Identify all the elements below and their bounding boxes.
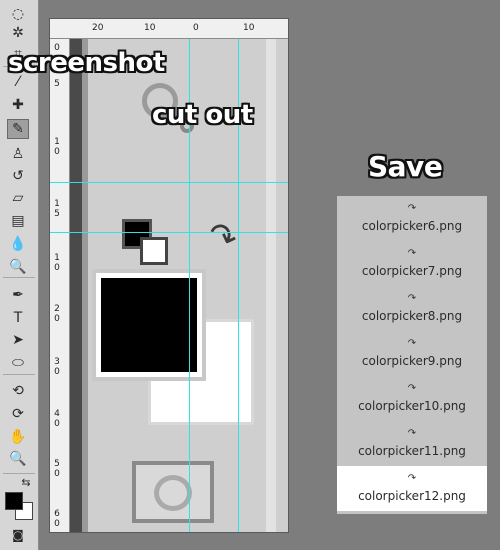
quick-mask-icon[interactable]: ◙ — [7, 525, 29, 545]
toolbar-separator — [3, 277, 35, 278]
spot-healing-tool-icon[interactable]: ✚ — [7, 95, 29, 115]
ruler-label: 2 0 — [54, 304, 60, 324]
file-list-item[interactable]: ↷ colorpicker8.png — [337, 286, 487, 331]
3d-rotate-tool-icon[interactable]: ⟲ — [7, 381, 29, 401]
file-name: colorpicker11.png — [358, 444, 466, 458]
swap-arrow-icon: ↷ — [202, 213, 243, 261]
ruler-label: 6 0 — [54, 509, 60, 529]
brush-tool-icon[interactable]: ✎ — [7, 119, 29, 139]
ruler-label: 5 0 — [54, 459, 60, 479]
ruler-label: 1 0 — [54, 137, 60, 157]
type-tool-icon[interactable]: T — [7, 308, 29, 328]
magic-wand-tool-icon[interactable]: ✲ — [7, 23, 29, 43]
ruler-label: 4 0 — [54, 409, 60, 429]
path-selection-tool-icon[interactable]: ➤ — [7, 330, 29, 350]
vertical-ruler[interactable]: 051 01 51 02 03 04 05 06 0 — [50, 39, 70, 532]
zoomed-mask-button — [132, 461, 214, 523]
dodge-tool-icon[interactable]: 🔍 — [7, 257, 29, 277]
eraser-tool-icon[interactable]: ▱ — [7, 188, 29, 208]
file-thumbnail-icon: ↷ — [407, 293, 417, 304]
file-thumbnail-icon: ↷ — [407, 248, 417, 259]
file-thumbnail-icon: ↷ — [407, 203, 417, 214]
ruler-label: 10 — [144, 23, 156, 33]
file-thumbnail-icon: ↷ — [407, 473, 417, 484]
ruler-label: 5 — [54, 79, 60, 89]
canvas-dark-edge — [70, 39, 82, 532]
ruler-label: 3 0 — [54, 357, 60, 377]
ruler-label: 0 — [193, 23, 199, 33]
ruler-label: 1 5 — [54, 199, 60, 219]
clone-stamp-tool-icon[interactable]: ♙ — [7, 144, 29, 164]
history-brush-tool-icon[interactable]: ↺ — [7, 166, 29, 186]
file-thumbnail-icon: ↷ — [407, 428, 417, 439]
document-window[interactable]: 20 10 0 10 051 01 51 02 03 04 05 06 0 ↷ — [49, 18, 289, 533]
foreground-color-swatch[interactable] — [5, 492, 23, 510]
file-list-item[interactable]: ↷ colorpicker11.png — [337, 421, 487, 466]
file-thumbnail-icon: ↷ — [407, 338, 417, 349]
file-list-item[interactable]: ↷ colorpicker12.png — [337, 466, 487, 511]
ruler-label: 10 — [243, 23, 255, 33]
file-name: colorpicker12.png — [358, 489, 466, 503]
file-name: colorpicker10.png — [358, 399, 466, 413]
lasso-tool-icon[interactable]: ◌ — [7, 4, 29, 24]
3d-orbit-tool-icon[interactable]: ⟳ — [7, 404, 29, 424]
hand-tool-icon[interactable]: ✋ — [7, 427, 29, 447]
file-name: colorpicker9.png — [361, 354, 463, 368]
file-name: colorpicker7.png — [361, 264, 463, 278]
tools-panel: ◌ ✲ ⌗ ⁄ ✚ ✎ ♙ ↺ ▱ ▤ 💧 🔍 ✒ T ➤ ⬭ ⟲ ⟳ ✋ 🔍 ⇆ ◙ — [0, 0, 39, 550]
large-foreground-swatch — [92, 269, 206, 381]
file-name: colorpicker6.png — [361, 219, 463, 233]
toolbar-separator — [3, 374, 35, 375]
canvas-right-strip — [266, 39, 276, 532]
blur-tool-icon[interactable]: 💧 — [7, 234, 29, 254]
swap-colors-icon[interactable]: ⇆ — [19, 472, 33, 492]
ruler-label: 20 — [92, 23, 104, 33]
small-background-swatch — [140, 237, 168, 265]
zoom-tool-icon[interactable]: 🔍 — [7, 449, 29, 469]
saved-files-list: ↷ colorpicker6.png ↷ colorpicker7.png ↷ color… — [337, 196, 487, 514]
file-thumbnail-icon: ↷ — [407, 383, 417, 394]
caption-cut-out: cut out — [152, 100, 253, 130]
ellipse-tool-icon[interactable]: ⬭ — [7, 353, 29, 373]
file-list-item[interactable]: ↷ colorpicker9.png — [337, 331, 487, 376]
gradient-tool-icon[interactable]: ▤ — [7, 211, 29, 231]
file-list-item[interactable]: ↷ colorpicker10.png — [337, 376, 487, 421]
zoomed-mask-circle-icon — [154, 475, 192, 511]
ruler-label: 1 0 — [54, 253, 60, 273]
horizontal-ruler[interactable]: 20 10 0 10 — [50, 19, 288, 39]
caption-save: Save — [368, 150, 443, 183]
file-list-item[interactable]: ↷ colorpicker6.png — [337, 196, 487, 241]
guide-line-horizontal[interactable] — [50, 232, 288, 233]
pen-tool-icon[interactable]: ✒ — [7, 285, 29, 305]
caption-screenshot: screenshot — [8, 48, 165, 78]
file-name: colorpicker8.png — [361, 309, 463, 323]
file-list-item[interactable]: ↷ colorpicker7.png — [337, 241, 487, 286]
guide-line-horizontal[interactable] — [50, 182, 288, 183]
canvas-edge-shade — [82, 39, 88, 532]
